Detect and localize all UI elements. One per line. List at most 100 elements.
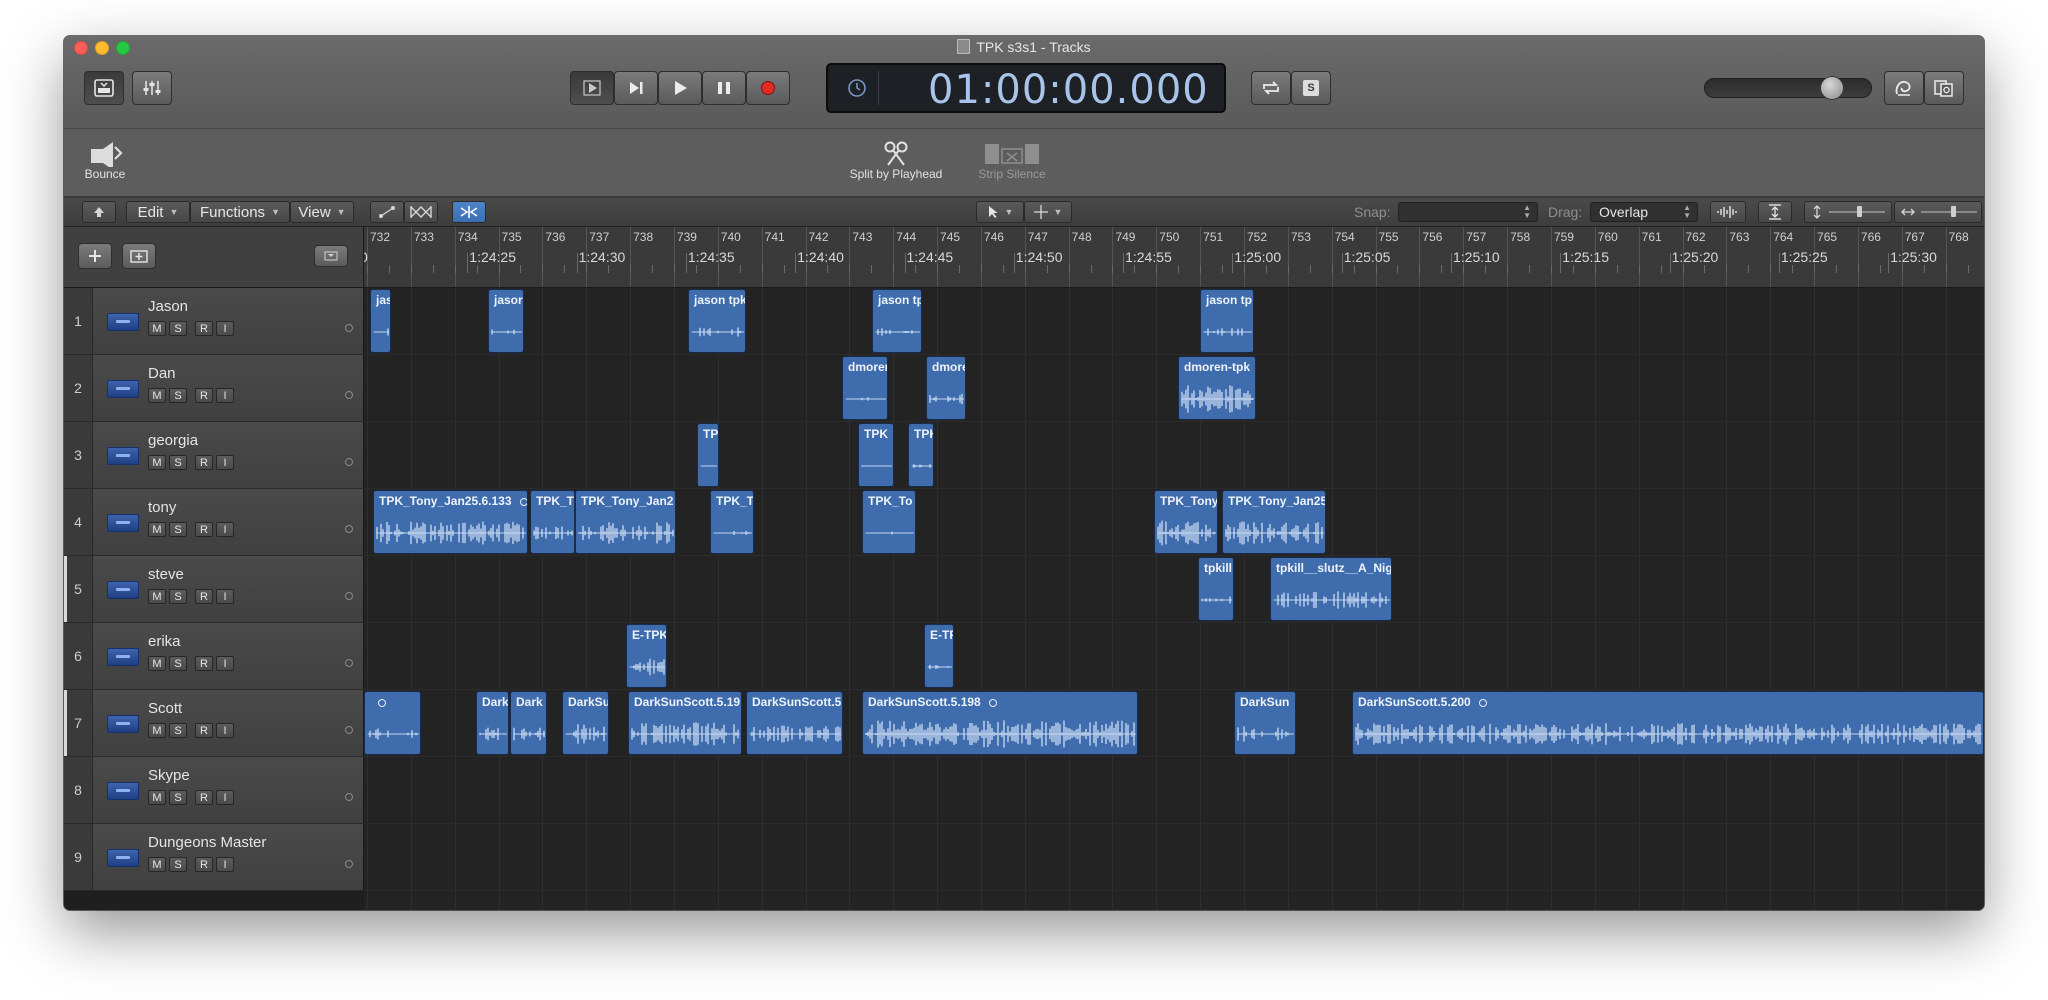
- drag-select[interactable]: Overlap ▲ ▼: [1590, 202, 1698, 222]
- master-volume-slider[interactable]: [1704, 76, 1872, 100]
- browser-button[interactable]: [1924, 71, 1964, 105]
- audio-region[interactable]: TPK: [858, 423, 894, 487]
- track-header-options-button[interactable]: [314, 245, 348, 267]
- bounce-tool[interactable]: Bounce: [76, 137, 134, 181]
- track-header[interactable]: 8 Skype M S R I: [64, 757, 364, 824]
- audio-region[interactable]: tpkill: [1198, 557, 1234, 621]
- track-name[interactable]: steve: [148, 566, 184, 583]
- track-name[interactable]: Scott: [148, 700, 182, 717]
- solo-button[interactable]: S: [169, 388, 187, 403]
- audio-region[interactable]: Dark: [476, 691, 509, 755]
- audio-region[interactable]: jason tp: [872, 289, 922, 353]
- cycle-button[interactable]: [1251, 71, 1291, 105]
- audio-region[interactable]: DarkSun: [1234, 691, 1296, 755]
- split-by-playhead-tool[interactable]: Split by Playhead: [837, 137, 955, 181]
- audio-region[interactable]: DarkSunScott.5.19: [628, 691, 742, 755]
- input-monitor-button[interactable]: I: [216, 723, 234, 738]
- audio-region[interactable]: jason tpk: [688, 289, 746, 353]
- automation-button[interactable]: [370, 201, 404, 223]
- track-name[interactable]: erika: [148, 633, 181, 650]
- solo-button[interactable]: S: [169, 857, 187, 872]
- mute-button[interactable]: M: [148, 723, 166, 738]
- track-header[interactable]: 7 Scott M S R I: [64, 690, 364, 757]
- input-monitor-button[interactable]: I: [216, 790, 234, 805]
- audio-region[interactable]: tpkill__slutz__A_Nig: [1270, 557, 1392, 621]
- waveform-zoom-button[interactable]: [1710, 201, 1746, 223]
- mute-button[interactable]: M: [148, 656, 166, 671]
- track-lanes[interactable]: jas jasor jason tpk jason tp jason tp dmoren d…: [364, 288, 1984, 910]
- solo-button[interactable]: S: [169, 455, 187, 470]
- mute-button[interactable]: M: [148, 790, 166, 805]
- input-monitor-button[interactable]: I: [216, 388, 234, 403]
- audio-region[interactable]: E-TPK: [626, 624, 667, 688]
- up-arrow-button[interactable]: [82, 201, 116, 223]
- input-monitor-button[interactable]: I: [216, 656, 234, 671]
- audio-region[interactable]: Dark: [510, 691, 547, 755]
- pointer-tool-menu[interactable]: ▼: [976, 201, 1024, 223]
- marquee-tool-menu[interactable]: ▼: [1024, 201, 1072, 223]
- mixer-button[interactable]: [132, 71, 172, 105]
- audio-region[interactable]: DarkSu: [562, 691, 609, 755]
- solo-button[interactable]: S: [169, 723, 187, 738]
- audio-region[interactable]: TPK_Tony_Jan25.6.133: [373, 490, 528, 554]
- record-enable-button[interactable]: R: [195, 589, 213, 604]
- record-enable-button[interactable]: R: [195, 857, 213, 872]
- audio-region[interactable]: TPK_Tony: [1154, 490, 1218, 554]
- library-button[interactable]: [84, 71, 124, 105]
- track-header[interactable]: 9 Dungeons Master M S R I: [64, 824, 364, 891]
- solo-button[interactable]: S: [169, 321, 187, 336]
- record-button[interactable]: [746, 71, 790, 105]
- input-monitor-button[interactable]: I: [216, 522, 234, 537]
- audio-region[interactable]: DarkSunScott.5.200: [1352, 691, 1984, 755]
- track-name[interactable]: georgia: [148, 432, 198, 449]
- solo-button[interactable]: S: [169, 656, 187, 671]
- track-header[interactable]: 3 georgia M S R I: [64, 422, 364, 489]
- horizontal-zoom-slider[interactable]: [1894, 201, 1982, 223]
- audio-region[interactable]: DarkSunScott.5.198: [862, 691, 1138, 755]
- audio-region[interactable]: TP: [697, 423, 719, 487]
- track-name[interactable]: Skype: [148, 767, 190, 784]
- snap-select[interactable]: ▲ ▼: [1398, 202, 1538, 222]
- horizontal-zoom-track[interactable]: [1921, 206, 1977, 217]
- track-name[interactable]: tony: [148, 499, 176, 516]
- go-to-beginning-button[interactable]: [570, 71, 614, 105]
- track-name[interactable]: Dungeons Master: [148, 834, 266, 851]
- audio-region[interactable]: TPK_Tony_Jan2: [575, 490, 676, 554]
- track-header[interactable]: 5 steve M S R I: [64, 556, 364, 623]
- record-enable-button[interactable]: R: [195, 321, 213, 336]
- solo-button[interactable]: S: [169, 589, 187, 604]
- audio-region[interactable]: [364, 691, 421, 755]
- lcd-display[interactable]: 01:00:00.000: [826, 63, 1226, 113]
- audio-region[interactable]: TPK_Tony_Jan25: [1222, 490, 1326, 554]
- audio-region[interactable]: TPK: [908, 423, 934, 487]
- new-folder-button[interactable]: [122, 243, 156, 269]
- input-monitor-button[interactable]: I: [216, 857, 234, 872]
- audio-region[interactable]: DarkSunScott.5: [746, 691, 843, 755]
- vertical-zoom-slider[interactable]: [1804, 201, 1892, 223]
- input-monitor-button[interactable]: I: [216, 589, 234, 604]
- audio-region[interactable]: jason tp: [1200, 289, 1254, 353]
- mute-button[interactable]: M: [148, 857, 166, 872]
- record-enable-button[interactable]: R: [195, 656, 213, 671]
- track-name[interactable]: Dan: [148, 365, 176, 382]
- record-enable-button[interactable]: R: [195, 522, 213, 537]
- mute-button[interactable]: M: [148, 455, 166, 470]
- track-header[interactable]: 2 Dan M S R I: [64, 355, 364, 422]
- track-header[interactable]: 6 erika M S R I: [64, 623, 364, 690]
- notepad-button[interactable]: [1884, 71, 1924, 105]
- vertical-zoom-thumb[interactable]: [1857, 206, 1862, 217]
- audio-region[interactable]: dmoren-tpk: [1178, 356, 1256, 420]
- audio-region[interactable]: E-TP: [924, 624, 954, 688]
- view-menu[interactable]: View ▼: [290, 201, 354, 223]
- audio-region[interactable]: TPK_T: [530, 490, 575, 554]
- mute-button[interactable]: M: [148, 388, 166, 403]
- mute-button[interactable]: M: [148, 589, 166, 604]
- record-enable-button[interactable]: R: [195, 723, 213, 738]
- record-enable-button[interactable]: R: [195, 790, 213, 805]
- solo-mode-button[interactable]: S: [1291, 71, 1331, 105]
- audio-region[interactable]: TPK_To: [862, 490, 916, 554]
- lcd-clock-icon[interactable]: [836, 71, 879, 105]
- solo-button[interactable]: S: [169, 522, 187, 537]
- solo-button[interactable]: S: [169, 790, 187, 805]
- mute-button[interactable]: M: [148, 522, 166, 537]
